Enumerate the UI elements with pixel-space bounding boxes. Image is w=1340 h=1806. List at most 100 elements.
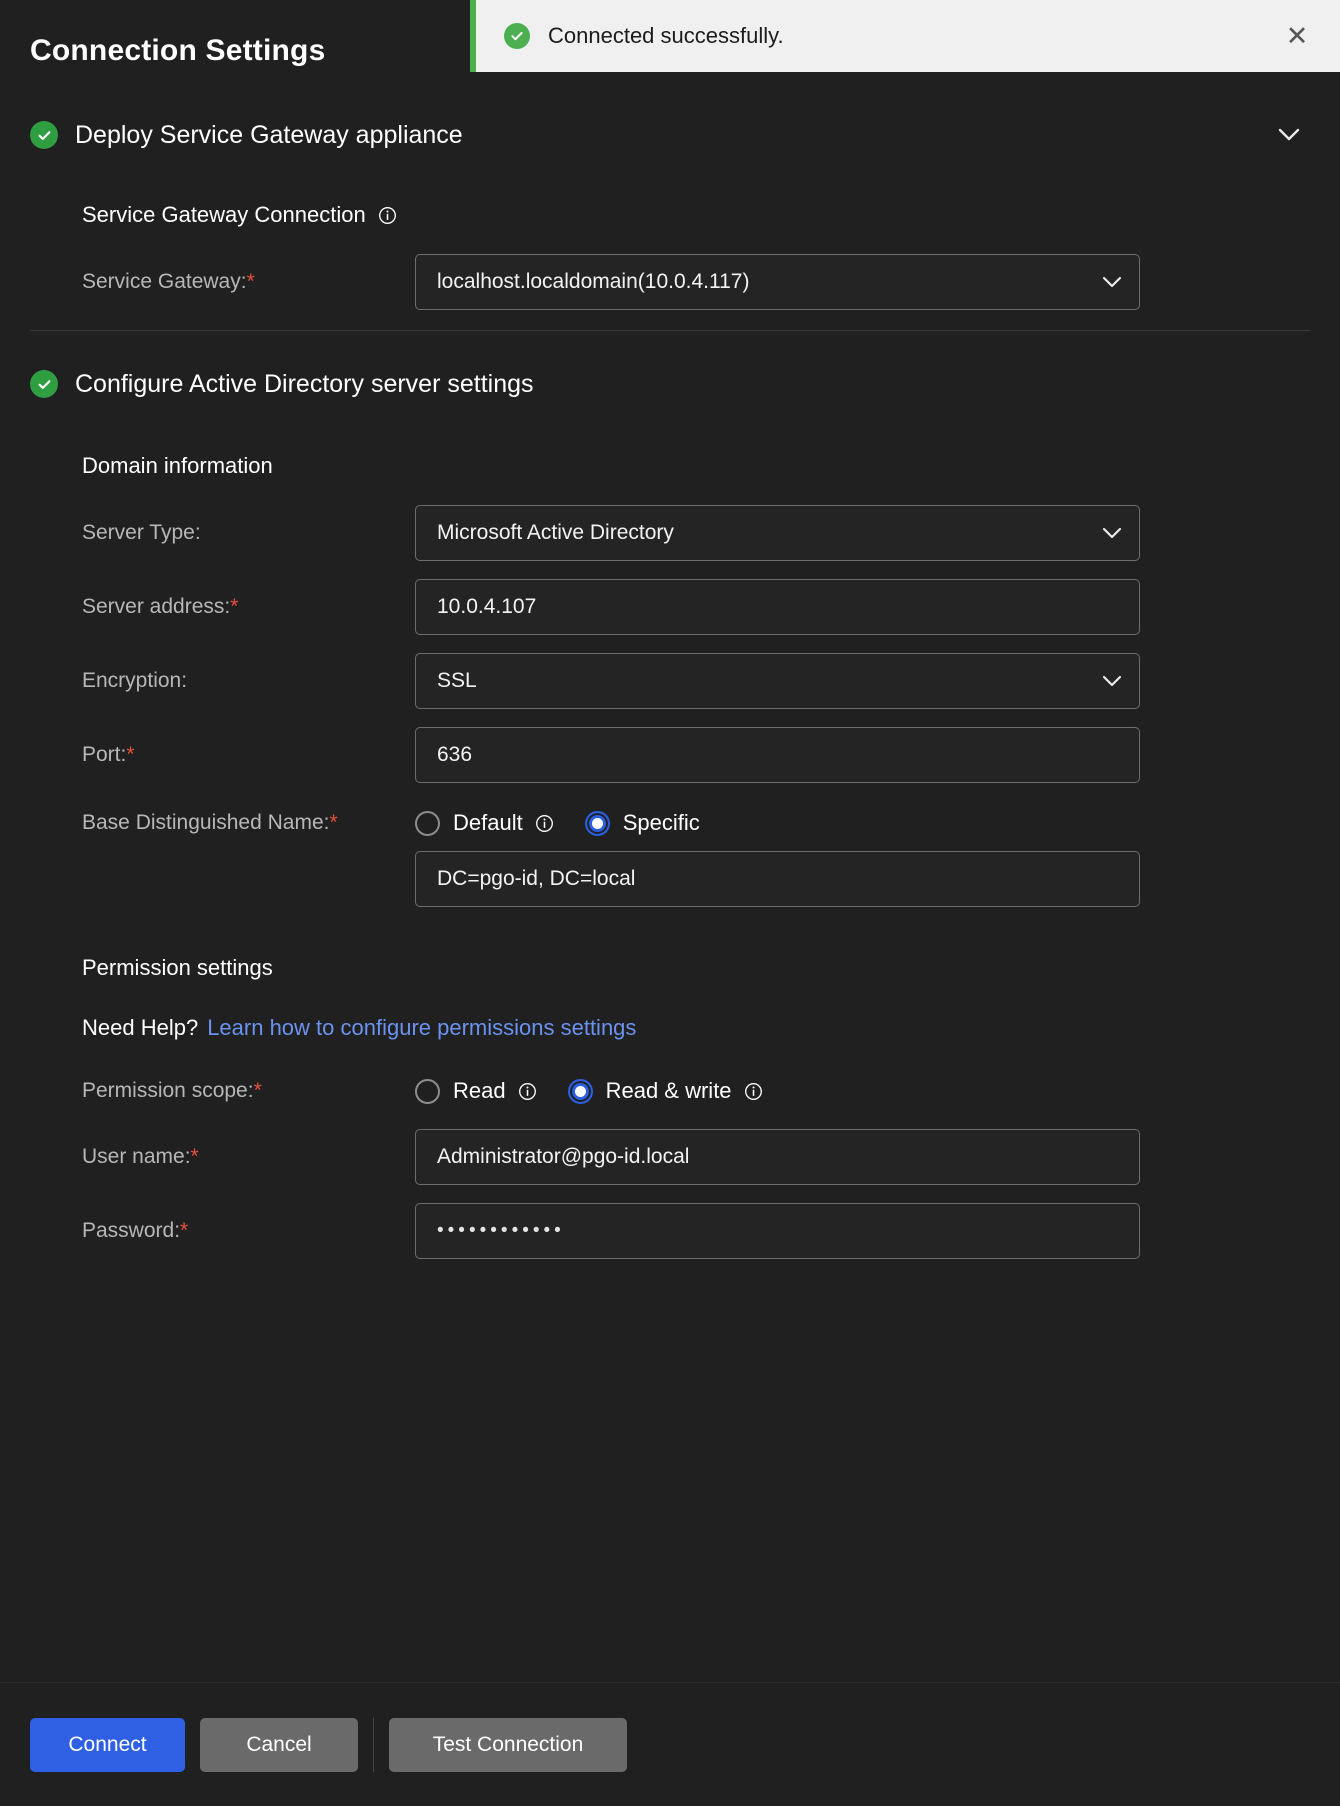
service-gateway-value: localhost.localdomain(10.0.4.117) xyxy=(437,270,750,293)
help-question: Need Help? xyxy=(82,1015,199,1040)
permissions-help: Need Help? Learn how to configure permis… xyxy=(0,1015,1340,1041)
required-marker: * xyxy=(190,1145,199,1168)
permissions-help-link[interactable]: Learn how to configure permissions setti… xyxy=(207,1015,636,1041)
required-marker: * xyxy=(329,811,338,834)
server-type-value: Microsoft Active Directory xyxy=(437,521,674,544)
field-row-base-dn: Base Distinguished Name:* Default Specif… xyxy=(0,795,1340,851)
radio-option-read-write[interactable]: Read & write xyxy=(567,1078,764,1104)
required-marker: * xyxy=(126,743,135,766)
field-label: Permission scope:* xyxy=(82,1079,415,1103)
toast-notification: Connected successfully. ✕ xyxy=(470,0,1340,72)
dialog-footer: Connect Cancel Test Connection xyxy=(0,1682,1340,1806)
subsection-domain-information: Domain information xyxy=(0,453,1340,479)
password-input[interactable]: •••••••••••• xyxy=(415,1203,1140,1259)
server-type-select[interactable]: Microsoft Active Directory xyxy=(415,505,1140,561)
radio-button[interactable] xyxy=(415,1078,440,1104)
field-label-text: User name: xyxy=(82,1145,191,1168)
field-label: Base Distinguished Name:* xyxy=(82,811,415,835)
radio-label: Specific xyxy=(622,810,700,835)
connection-settings-dialog: Connection Settings Connected successful… xyxy=(0,0,1340,1806)
chevron-down-icon[interactable] xyxy=(1099,520,1125,546)
field-row-service-gateway: Service Gateway:* localhost.localdomain(… xyxy=(0,254,1340,310)
subsection-permission-settings: Permission settings xyxy=(0,955,1340,981)
field-label-text: Password: xyxy=(82,1219,181,1242)
radio-label: Read & write xyxy=(605,1078,732,1103)
field-label: Password:* xyxy=(82,1219,415,1243)
port-value: 636 xyxy=(437,743,473,766)
field-label: User name:* xyxy=(82,1145,415,1169)
radio-label: Read xyxy=(453,1078,506,1103)
close-icon[interactable]: ✕ xyxy=(1280,19,1314,53)
check-circle-icon xyxy=(504,23,530,49)
subsection-label: Permission settings xyxy=(82,955,273,980)
test-connection-button[interactable]: Test Connection xyxy=(389,1717,627,1772)
required-marker: * xyxy=(230,595,239,618)
section-header-active-directory[interactable]: Configure Active Directory server settin… xyxy=(0,353,1340,415)
chevron-down-icon[interactable] xyxy=(1274,120,1304,150)
field-row-permission-scope: Permission scope:* Read Read & write xyxy=(0,1063,1340,1119)
port-input[interactable]: 636 xyxy=(415,727,1140,783)
subsection-gateway-connection: Service Gateway Connection xyxy=(0,202,1340,228)
section-title: Deploy Service Gateway appliance xyxy=(75,120,463,149)
base-dn-value: DC=pgo-id, DC=local xyxy=(437,867,636,890)
field-label: Service Gateway:* xyxy=(82,270,415,294)
required-marker: * xyxy=(253,1079,262,1102)
field-label-text: Base Distinguished Name: xyxy=(82,811,330,834)
radio-option-specific[interactable]: Specific xyxy=(584,810,700,836)
field-row-server-type: Server Type: Microsoft Active Directory xyxy=(0,505,1340,561)
page-title: Connection Settings xyxy=(30,34,326,67)
radio-option-read[interactable]: Read xyxy=(415,1078,538,1104)
username-input[interactable]: Administrator@pgo-id.local xyxy=(415,1129,1140,1185)
field-label-text: Encryption: xyxy=(82,669,188,692)
permission-scope-radio-group: Read Read & write xyxy=(415,1063,794,1119)
radio-button[interactable] xyxy=(584,810,610,836)
field-label: Port:* xyxy=(82,743,415,767)
section-header-gateway[interactable]: Deploy Service Gateway appliance xyxy=(0,104,1340,166)
subsection-label: Domain information xyxy=(82,453,273,478)
radio-label: Default xyxy=(453,810,523,835)
service-gateway-select[interactable]: localhost.localdomain(10.0.4.117) xyxy=(415,254,1140,310)
server-address-input[interactable]: 10.0.4.107 xyxy=(415,579,1140,635)
field-label: Server Type: xyxy=(82,521,415,545)
field-label-text: Port: xyxy=(82,743,127,766)
footer-divider xyxy=(373,1717,374,1772)
field-row-server-address: Server address:* 10.0.4.107 xyxy=(0,579,1340,635)
radio-option-default[interactable]: Default xyxy=(415,810,555,836)
base-dn-input[interactable]: DC=pgo-id, DC=local xyxy=(415,851,1140,907)
field-row-password: Password:* •••••••••••• xyxy=(0,1203,1340,1259)
radio-button[interactable] xyxy=(415,810,440,836)
encryption-select[interactable]: SSL xyxy=(415,653,1140,709)
field-label-text: Server Type: xyxy=(82,521,201,544)
server-address-value: 10.0.4.107 xyxy=(437,595,537,618)
base-dn-radio-group: Default Specific xyxy=(415,795,730,851)
field-label: Encryption: xyxy=(82,669,415,693)
check-circle-icon xyxy=(30,370,58,398)
info-icon[interactable] xyxy=(535,813,555,833)
required-marker: * xyxy=(180,1219,189,1242)
info-icon[interactable] xyxy=(378,205,398,225)
chevron-down-icon[interactable] xyxy=(1099,269,1125,295)
info-icon[interactable] xyxy=(744,1081,764,1101)
field-row-base-dn-value: DC=pgo-id, DC=local xyxy=(0,851,1340,907)
section-title: Configure Active Directory server settin… xyxy=(75,369,534,398)
field-label-text: Permission scope: xyxy=(82,1079,254,1102)
field-label-text: Server address: xyxy=(82,595,231,618)
field-label: Server address:* xyxy=(82,595,415,619)
info-icon[interactable] xyxy=(518,1081,538,1101)
check-circle-icon xyxy=(30,121,58,149)
chevron-down-icon[interactable] xyxy=(1099,668,1125,694)
field-row-encryption: Encryption: SSL xyxy=(0,653,1340,709)
field-row-username: User name:* Administrator@pgo-id.local xyxy=(0,1129,1340,1185)
username-value: Administrator@pgo-id.local xyxy=(437,1145,690,1168)
section-divider xyxy=(30,330,1310,331)
connect-button[interactable]: Connect xyxy=(30,1717,185,1772)
password-value: •••••••••••• xyxy=(437,1220,565,1241)
encryption-value: SSL xyxy=(437,669,477,692)
cancel-button[interactable]: Cancel xyxy=(200,1717,358,1772)
subsection-label: Service Gateway Connection xyxy=(82,202,366,227)
field-label-text: Service Gateway: xyxy=(82,270,247,293)
radio-button[interactable] xyxy=(567,1078,593,1104)
toast-message: Connected successfully. xyxy=(548,23,784,48)
required-marker: * xyxy=(246,270,255,293)
field-row-port: Port:* 636 xyxy=(0,727,1340,783)
